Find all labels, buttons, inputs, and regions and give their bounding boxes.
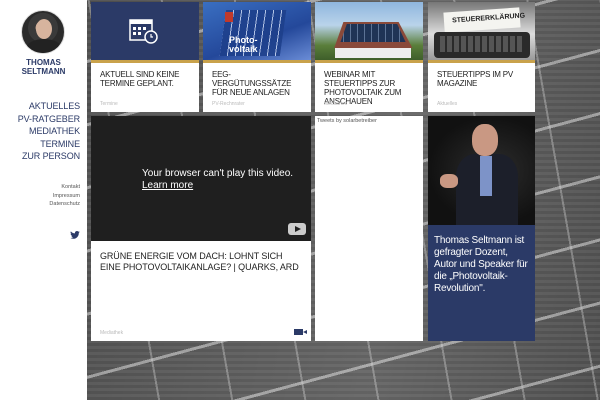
video-camera-icon (294, 329, 307, 335)
site-name[interactable]: THOMAS SELTMANN (0, 58, 87, 76)
nav-item-datenschutz[interactable]: Datenschutz (49, 200, 80, 209)
nav-item-aktuelles[interactable]: AKTUELLES (18, 100, 80, 113)
profile-tile[interactable]: Thomas Seltmann ist gefragter Dozent, Au… (428, 116, 535, 341)
tile-image: Photo-voltaik (203, 2, 311, 60)
nav-item-zur-person[interactable]: ZUR PERSON (18, 150, 80, 163)
profile-photo (428, 116, 535, 225)
nav-item-impressum[interactable]: Impressum (49, 192, 80, 201)
tile-eeg[interactable]: Photo-voltaik EEG-VERGÜTUNGSSÄTZE FÜR NE… (203, 2, 311, 112)
twitter-icon[interactable] (70, 231, 80, 239)
video-player[interactable]: Your browser can't play this video. Lear… (91, 116, 311, 241)
learn-more-link[interactable]: Learn more (142, 180, 293, 192)
tile-steuertipps[interactable]: STEUERERKLÄRUNG STEUERTIPPS IM PV MAGAZI… (428, 2, 535, 112)
video-title: GRÜNE ENERGIE VOM DACH: LOHNT SICH EINE … (100, 251, 299, 272)
tile-title: EEG-VERGÜTUNGSSÄTZE FÜR NEUE ANLAGEN (212, 70, 292, 97)
avatar[interactable] (21, 10, 65, 54)
video-message: Your browser can't play this video. Lear… (142, 168, 294, 192)
tile-category: PV-Rechnrater (212, 101, 245, 107)
tile-image (91, 2, 199, 60)
tile-title: AKTUELL SIND KEINE TERMINE GEPLANT. (100, 70, 180, 88)
tile-image: STEUERERKLÄRUNG (428, 2, 535, 60)
sidebar: THOMAS SELTMANN AKTUELLES PV-RATGEBER ME… (0, 0, 87, 400)
tile-category: Termine (100, 101, 118, 107)
profile-description: Thomas Seltmann ist gefragter Dozent, Au… (428, 225, 535, 341)
video-category: Mediathek (100, 330, 124, 336)
tweets-label[interactable]: Tweets by solarbetreiber (317, 118, 377, 124)
tile-title: STEUERTIPPS IM PV MAGAZINE (437, 70, 514, 88)
youtube-icon[interactable] (288, 223, 306, 235)
nav-item-mediathek[interactable]: MEDIATHEK (18, 125, 80, 138)
footer-nav: Kontakt Impressum Datenschutz (49, 183, 80, 209)
twitter-timeline[interactable]: Tweets by solarbetreiber (315, 116, 423, 341)
nav-item-pv-ratgeber[interactable]: PV-RATGEBER (18, 113, 80, 126)
nav-item-termine[interactable]: TERMINE (18, 138, 80, 151)
tile-category: Aktuelles (437, 101, 458, 107)
tile-termine[interactable]: AKTUELL SIND KEINE TERMINE GEPLANT. Term… (91, 2, 199, 112)
tile-category: Mediathek (324, 101, 348, 107)
video-tile[interactable]: Your browser can't play this video. Lear… (91, 116, 311, 341)
tile-image (315, 2, 423, 60)
nav-item-kontakt[interactable]: Kontakt (49, 183, 80, 192)
calendar-icon (129, 19, 158, 44)
main-nav: AKTUELLES PV-RATGEBER MEDIATHEK TERMINE … (18, 100, 80, 163)
photovoltaik-label: Photo-voltaik (229, 35, 258, 54)
tile-webinar[interactable]: WEBINAR MIT STEUERTIPPS ZUR PHOTOVOLTAIK… (315, 2, 423, 112)
